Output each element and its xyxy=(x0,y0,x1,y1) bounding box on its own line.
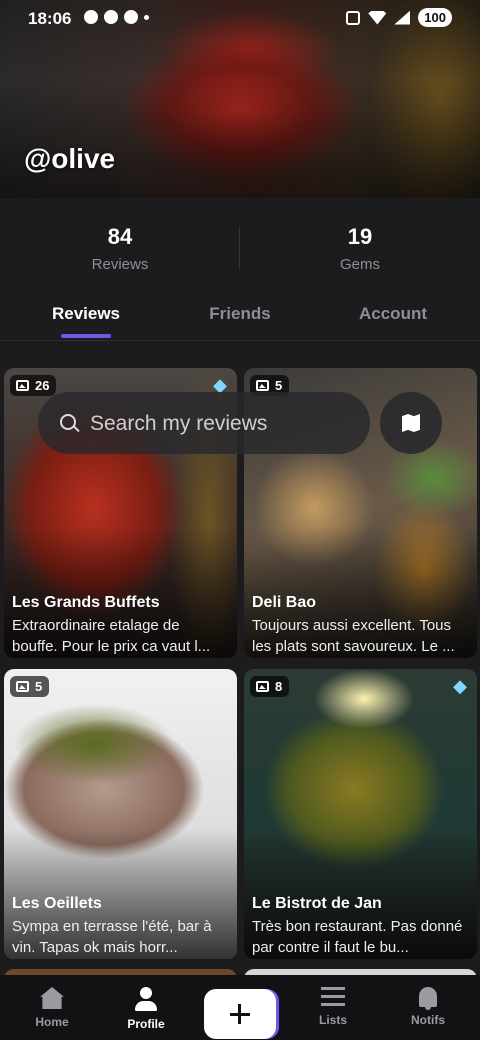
stat-value: 84 xyxy=(107,224,133,249)
nav-label: Lists xyxy=(318,1013,347,1027)
stat-value: 19 xyxy=(347,224,373,249)
mute-icon xyxy=(346,10,361,25)
notification-icons xyxy=(84,10,149,24)
nav-profile[interactable]: Profile xyxy=(106,987,186,1031)
review-card[interactable]: 8 ◆ Le Bistrot de Jan Très bon restauran… xyxy=(244,669,477,959)
battery-indicator: 100 xyxy=(418,8,452,27)
stat-label: Gems xyxy=(339,256,380,273)
review-excerpt: Toujours aussi excellent. Tous les plats… xyxy=(252,617,455,655)
status-time: 18:06 xyxy=(28,9,72,28)
bell-icon xyxy=(419,987,437,1010)
review-title: Deli Bao xyxy=(252,594,317,611)
active-tab-indicator xyxy=(61,334,111,338)
stat-reviews[interactable]: 84 Reviews xyxy=(20,224,220,273)
review-card[interactable]: 5 Les Oeillets Sympa en terrasse l'été, … xyxy=(4,669,237,959)
photo-count-badge: 8 xyxy=(250,676,290,697)
map-icon xyxy=(402,414,420,432)
review-excerpt: Extraordinaire etalage de bouffe. Pour l… xyxy=(12,617,211,655)
photo-count: 8 xyxy=(275,679,283,694)
review-title: Les Grands Buffets xyxy=(12,594,160,611)
gem-icon: ◆ xyxy=(453,676,467,696)
stat-gems[interactable]: 19 Gems xyxy=(260,224,460,273)
bottom-navigation: Home Profile Lists Notifs xyxy=(0,975,480,1040)
image-icon xyxy=(16,681,29,692)
review-excerpt: Sympa en terrasse l'été, bar à vin. Tapa… xyxy=(12,918,212,956)
tab-friends[interactable]: Friends xyxy=(170,304,310,324)
search-placeholder: Search my reviews xyxy=(90,412,268,435)
review-title: Le Bistrot de Jan xyxy=(252,895,382,912)
review-excerpt: Très bon restaurant. Pas donné par contr… xyxy=(252,918,463,956)
photo-count-badge: 26 xyxy=(10,375,57,396)
image-icon xyxy=(256,380,269,391)
image-icon xyxy=(16,380,29,391)
photo-count: 5 xyxy=(35,679,43,694)
nav-lists[interactable]: Lists xyxy=(293,987,373,1027)
notification-icon xyxy=(124,10,138,24)
nav-label: Profile xyxy=(127,1017,165,1031)
nav-label: Home xyxy=(35,1015,69,1029)
person-icon xyxy=(134,987,158,1011)
map-view-button[interactable] xyxy=(380,392,442,454)
photo-count-badge: 5 xyxy=(10,676,50,697)
wifi-icon xyxy=(368,10,387,25)
search-icon xyxy=(60,414,76,430)
photo-count: 26 xyxy=(35,378,50,393)
status-bar: 18:06 100 xyxy=(0,0,480,36)
home-icon xyxy=(40,987,64,1009)
profile-stats: 84 Reviews 19 Gems xyxy=(0,198,480,280)
tab-reviews[interactable]: Reviews xyxy=(16,304,156,324)
list-icon xyxy=(321,987,345,1007)
photo-count: 5 xyxy=(275,378,283,393)
nav-home[interactable]: Home xyxy=(12,987,92,1029)
image-icon xyxy=(256,681,269,692)
add-review-button[interactable] xyxy=(204,989,276,1039)
search-reviews-bar[interactable]: Search my reviews xyxy=(38,392,370,454)
signal-icon xyxy=(394,10,411,25)
nav-label: Notifs xyxy=(411,1013,445,1027)
stat-label: Reviews xyxy=(91,256,149,273)
nav-notifs[interactable]: Notifs xyxy=(388,987,468,1027)
notification-icon xyxy=(104,10,118,24)
more-notifications-icon xyxy=(144,15,149,20)
profile-username: @olive xyxy=(24,143,116,174)
tab-account[interactable]: Account xyxy=(323,304,463,324)
stats-divider xyxy=(239,226,240,270)
review-title: Les Oeillets xyxy=(12,895,102,912)
notification-icon xyxy=(84,10,98,24)
